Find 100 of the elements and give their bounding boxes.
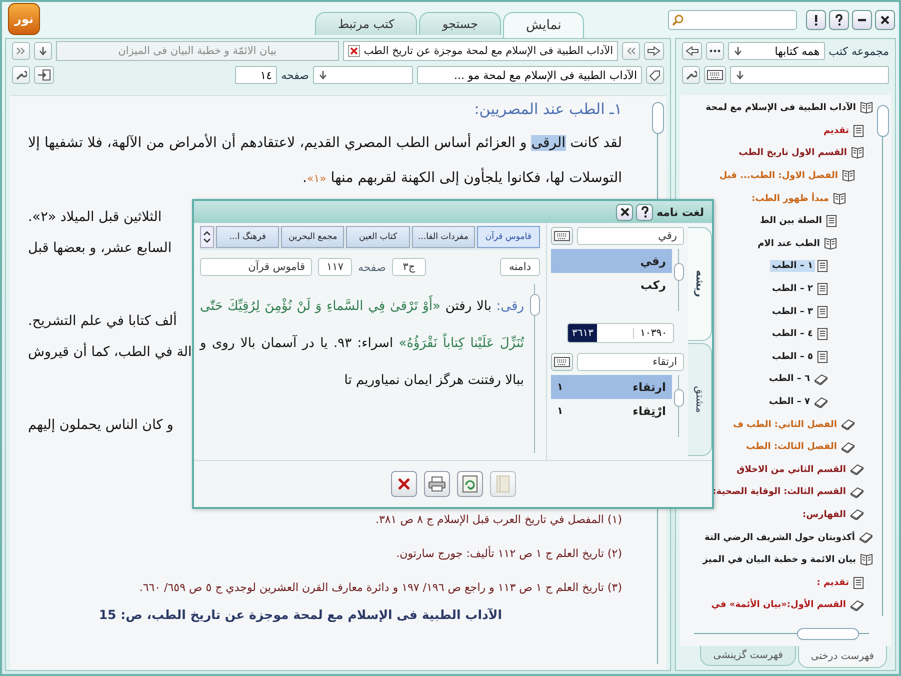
page-field[interactable]: ١٤ (235, 66, 278, 84)
tree-item[interactable]: الفصل الثالث: الطب (744, 441, 839, 454)
collection-dropdown[interactable]: همه كتابها (728, 42, 825, 60)
close-button[interactable] (875, 10, 895, 30)
keyboard-button[interactable] (704, 66, 726, 84)
close-icon (396, 477, 410, 491)
more-button[interactable] (706, 42, 724, 60)
down-arrow-icon (318, 70, 328, 80)
app-logo: نور (8, 3, 40, 35)
scroll-tabs-button[interactable] (200, 226, 214, 248)
dictionary-tab[interactable]: فرهنگ ا... (216, 226, 280, 248)
page-footer: الآداب الطبية فى الإسلام مع لمحة موجزة عن تاريخ الطب، ص: 15 (28, 607, 622, 622)
page-icon (817, 260, 828, 272)
tree-item[interactable]: مبدأ ظهور الطب: (750, 192, 831, 205)
minimize-button[interactable] (852, 10, 872, 30)
index-tab[interactable]: فهرست گزينشى (700, 646, 796, 666)
tree-item[interactable]: ٢ – الطب (770, 283, 815, 296)
tree-item[interactable]: بيان الائمة و خطبة البيان في الميز (700, 554, 858, 566)
down-arrow-button[interactable] (34, 42, 52, 60)
body-text-line: الثلاثين قبل الميلاد «٢». (28, 209, 162, 225)
prev-book-button[interactable] (622, 42, 640, 60)
derived-list-item[interactable]: ١ ارتقاء (551, 375, 672, 399)
tree-item[interactable]: الفصل الثاني: الطب ف (730, 418, 839, 431)
wrench-button[interactable] (682, 66, 700, 84)
derived-list-item[interactable]: ١ ارْتِقاء (551, 399, 672, 423)
help-button[interactable] (829, 10, 849, 30)
tree-item[interactable]: ٦ – الطب (766, 373, 812, 386)
tree-item[interactable]: القسم الاول تاريخ الطب (736, 147, 849, 160)
root-list-item[interactable]: ركب (551, 273, 672, 297)
next-book-button[interactable] (12, 42, 30, 60)
main-tab[interactable]: جستجو (419, 12, 502, 35)
dictionary-tab[interactable]: كتاب العين (346, 226, 410, 248)
side-tab[interactable]: ريشه (688, 227, 712, 340)
wrench-icon (15, 69, 27, 81)
tree-item[interactable]: القسم الأول:«بيان الأئمة» في (709, 599, 848, 612)
domain-button[interactable]: دامنه (500, 258, 540, 276)
tree-item[interactable]: الفهارس: (800, 508, 848, 521)
page-icon (817, 306, 828, 318)
search-field[interactable] (668, 10, 797, 30)
root-list-item[interactable]: رقي (551, 249, 672, 273)
tree-item[interactable]: ١ – الطب (770, 260, 815, 272)
source-field[interactable]: قاموس قرآن (200, 258, 312, 276)
up-down-icon (202, 230, 212, 244)
body-text-line: و كان الناس يحملون إليهم (28, 417, 174, 433)
tree-item[interactable]: القسم الثالث: الوقاية الصحية: (710, 486, 848, 498)
right-arrow-icon (647, 46, 661, 56)
tree-item[interactable]: تقديم (822, 124, 851, 137)
down-arrow-icon (733, 46, 743, 56)
tag-button[interactable] (646, 66, 664, 84)
close-button[interactable] (390, 471, 416, 497)
keyboard-button[interactable] (551, 227, 573, 245)
close-icon (620, 206, 630, 218)
body-text-line: ألف كتابا في علم التشريح. (28, 313, 177, 329)
close-button[interactable] (616, 204, 634, 220)
tree-item[interactable]: ٤ – الطب (770, 328, 815, 340)
tree-item[interactable]: الصلة بين الط (758, 215, 824, 228)
volume-field[interactable]: ج٣ (392, 258, 426, 276)
tree-item[interactable]: الطب عند الام (756, 238, 822, 250)
tree-item[interactable]: الفصل الاول: الطب... قبل (717, 170, 840, 182)
export-button[interactable] (34, 66, 54, 84)
keyboard-icon (554, 231, 570, 241)
root-field[interactable]: رقي (577, 227, 684, 245)
page-icon (853, 576, 864, 589)
main-tab[interactable]: كتب مرتبط (315, 12, 418, 35)
tree-item[interactable]: الآداب الطبية فى الإسلام مع لمحة (704, 102, 858, 114)
footnote: (٣) تاريخ العلم ج ١ ص ١١٣ و راجع ص ١٩٦/ ١٩٧ و دائرة معارف القرن العشرين لوجدي ج ٥ ص ٦٥٩/ ٦٦٠. (138, 580, 622, 596)
print-button[interactable] (424, 471, 450, 497)
tree-item[interactable]: ٧ – الطب (766, 396, 812, 408)
dialog-title: لغت نامه (656, 206, 704, 218)
close-icon (880, 14, 890, 26)
main-tab[interactable]: نمايش (503, 12, 584, 38)
tree-item[interactable]: ٥ – الطب (770, 350, 815, 363)
dictionary-tab[interactable]: مجمع البحرين (281, 226, 344, 248)
tree-item[interactable]: القسم الثاني من الاخلاق (734, 464, 848, 476)
close-tab-icon[interactable] (348, 45, 360, 57)
back-arrow-button[interactable] (682, 42, 702, 60)
derived-field[interactable]: ارتقاء (577, 353, 684, 371)
keyboard-button[interactable] (551, 353, 573, 371)
side-tab[interactable]: مشتق (688, 342, 712, 456)
info-button[interactable] (806, 10, 826, 30)
forward-arrow-button[interactable] (644, 42, 664, 60)
help-button[interactable] (636, 204, 654, 220)
tree-item[interactable]: أكذوبتان حول الشريف الرضي التة (702, 532, 857, 544)
page-icon (817, 328, 828, 340)
refresh-button[interactable] (456, 471, 482, 497)
tree-item[interactable]: تقديم : (814, 576, 851, 589)
filter-field[interactable] (730, 66, 889, 84)
export-icon (37, 69, 51, 81)
tree-item[interactable]: ٣ – الطب (770, 306, 815, 318)
keyboard-icon (707, 70, 723, 80)
index-tab[interactable]: فهرست درختى (798, 646, 887, 668)
refresh-icon (462, 475, 478, 493)
dictionary-tab[interactable]: مفردات الفا... (412, 226, 475, 248)
book-dropdown[interactable]: الآداب الطبية فى الإسلام مع لمحة مو ... (417, 66, 642, 84)
book-tab[interactable]: الآداب الطبية فى الإسلام مع لمحة موجزة عن تاريخ الطب (342, 41, 618, 61)
dots-icon (709, 49, 721, 53)
wrench-button[interactable] (12, 66, 30, 84)
page-field[interactable]: ١١٧ (318, 258, 352, 276)
double-chevron-icon (626, 46, 636, 56)
dictionary-tab[interactable]: قاموس قرآن (476, 226, 540, 248)
